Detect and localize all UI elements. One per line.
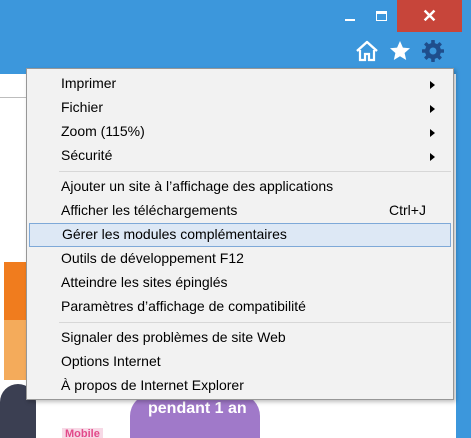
submenu-arrow-icon bbox=[430, 153, 435, 161]
menu-separator bbox=[59, 322, 451, 323]
home-button[interactable] bbox=[354, 38, 380, 64]
tools-button[interactable] bbox=[420, 38, 446, 64]
menu-item-label: Ajouter un site à l’affichage des applic… bbox=[61, 178, 334, 194]
menu-item-label: Gérer les modules complémentaires bbox=[62, 226, 287, 242]
menu-item-label: À propos de Internet Explorer bbox=[61, 377, 244, 393]
menu-item-label: Atteindre les sites épinglés bbox=[61, 274, 228, 290]
window-right-border bbox=[456, 74, 471, 438]
submenu-arrow-icon bbox=[430, 129, 435, 137]
minimize-button[interactable] bbox=[335, 0, 365, 32]
menu-item-label: Outils de développement F12 bbox=[61, 250, 244, 266]
menu-item-label: Imprimer bbox=[61, 75, 117, 91]
close-button[interactable]: ✕ bbox=[397, 0, 462, 32]
menu-item-label: Options Internet bbox=[61, 353, 161, 369]
menu-item-file[interactable]: Fichier bbox=[27, 96, 453, 120]
maximize-button[interactable] bbox=[365, 0, 397, 32]
promo-tile-light-orange bbox=[4, 320, 28, 380]
promo-tile-orange bbox=[4, 262, 28, 320]
address-bar-edge bbox=[0, 74, 28, 98]
star-icon bbox=[390, 41, 410, 60]
menu-item-manage-addons[interactable]: Gérer les modules complémentaires bbox=[29, 223, 451, 247]
submenu-arrow-icon bbox=[430, 81, 435, 89]
menu-item-label: Paramètres d’affichage de compatibilité bbox=[61, 298, 306, 314]
menu-item-print[interactable]: Imprimer bbox=[27, 72, 453, 96]
menu-item-about-ie[interactable]: À propos de Internet Explorer bbox=[27, 374, 453, 398]
gear-icon bbox=[422, 40, 444, 62]
menu-item-label: Fichier bbox=[61, 99, 104, 115]
menu-item-add-site-to-apps[interactable]: Ajouter un site à l’affichage des applic… bbox=[27, 175, 453, 199]
menu-item-view-downloads[interactable]: Afficher les téléchargements Ctrl+J bbox=[27, 199, 453, 223]
menu-separator bbox=[59, 171, 451, 172]
menu-item-pinned-sites[interactable]: Atteindre les sites épinglés bbox=[27, 271, 453, 295]
menu-item-report-site-problems[interactable]: Signaler des problèmes de site Web bbox=[27, 326, 453, 350]
menu-item-label: Zoom (115%) bbox=[61, 123, 145, 139]
menu-item-label: Afficher les téléchargements bbox=[61, 202, 238, 218]
close-icon: ✕ bbox=[421, 6, 438, 26]
menu-item-internet-options[interactable]: Options Internet bbox=[27, 350, 453, 374]
menu-item-zoom[interactable]: Zoom (115%) bbox=[27, 120, 453, 144]
submenu-arrow-icon bbox=[430, 105, 435, 113]
menu-item-compatibility-view[interactable]: Paramètres d’affichage de compatibilité bbox=[27, 295, 453, 319]
favorites-button[interactable] bbox=[387, 38, 413, 64]
menu-item-label: Signaler des problèmes de site Web bbox=[61, 329, 286, 345]
minimize-icon bbox=[345, 19, 355, 21]
menu-item-f12-dev-tools[interactable]: Outils de développement F12 bbox=[27, 247, 453, 271]
tools-menu: Imprimer Fichier Zoom (115%) Sécurité Aj… bbox=[26, 68, 454, 400]
maximize-icon bbox=[375, 11, 387, 21]
menu-item-security[interactable]: Sécurité bbox=[27, 144, 453, 168]
home-icon bbox=[356, 40, 378, 62]
promo-text: pendant 1 an bbox=[148, 400, 247, 417]
menu-item-label: Sécurité bbox=[61, 147, 113, 163]
mobile-badge: Mobile bbox=[62, 428, 103, 438]
menu-item-shortcut: Ctrl+J bbox=[389, 202, 426, 218]
